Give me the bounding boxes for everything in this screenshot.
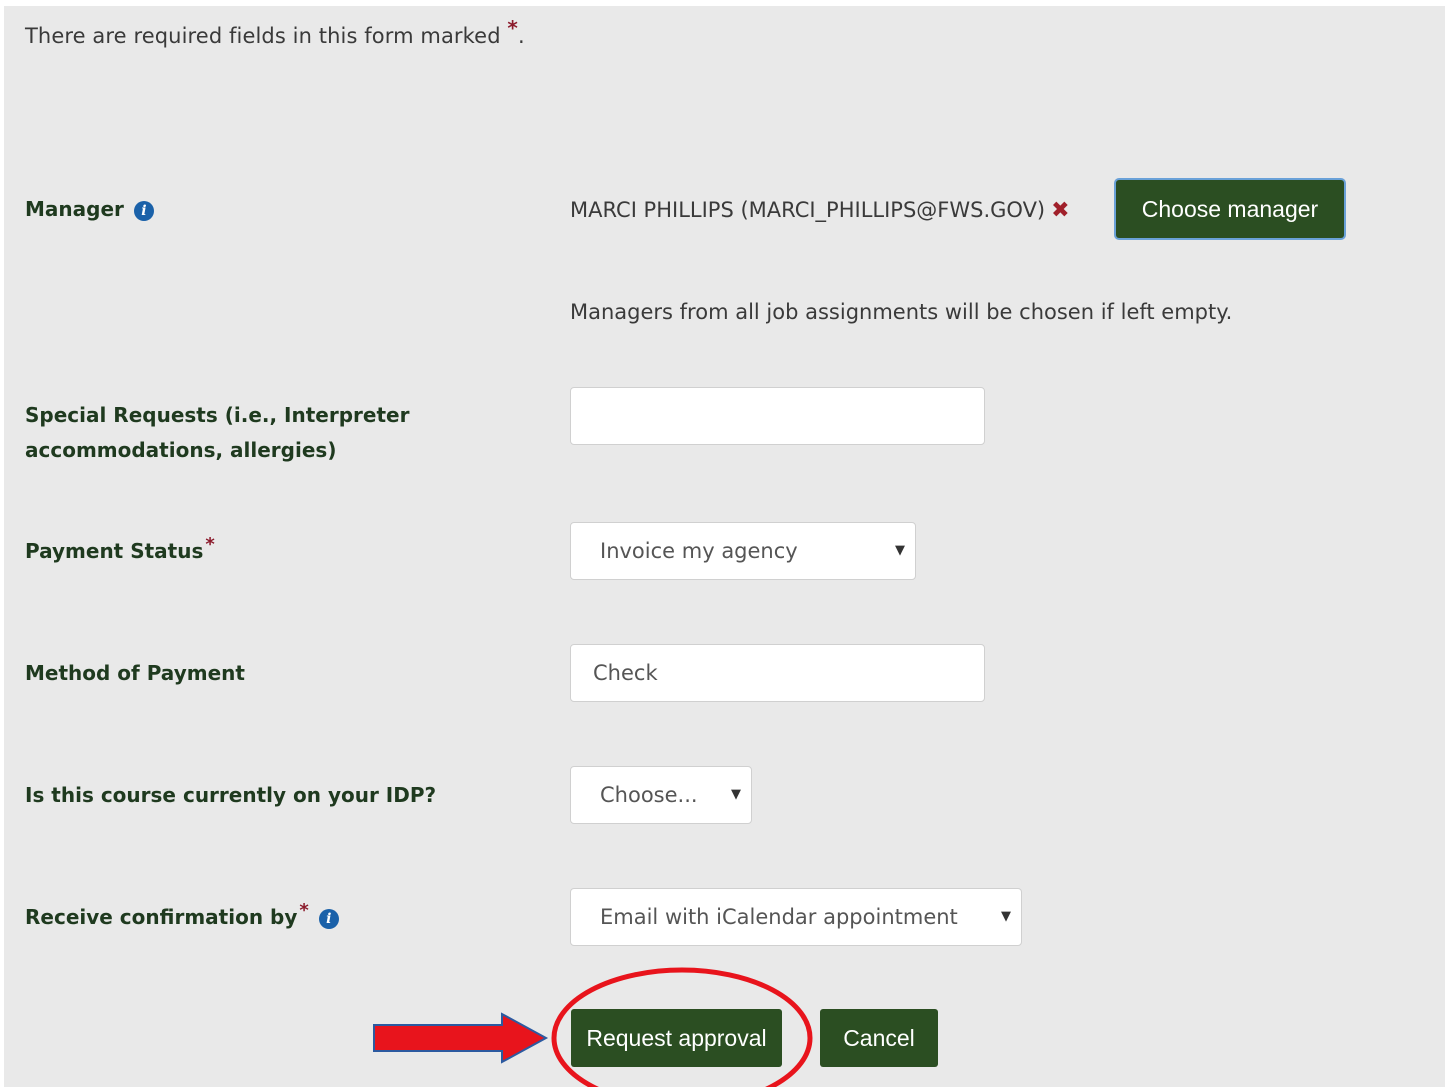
special-requests-label-line2: accommodations, allergies): [25, 438, 337, 462]
payment-status-selected: Invoice my agency: [600, 539, 798, 563]
notice-period: .: [517, 24, 525, 48]
notice-text: There are required fields in this form m…: [25, 24, 501, 48]
idp-select[interactable]: Choose... ▼: [570, 766, 752, 824]
confirmation-label: Receive confirmation by: [25, 905, 298, 929]
chevron-down-icon: ▼: [1001, 909, 1011, 924]
cancel-button[interactable]: Cancel: [820, 1009, 938, 1067]
confirmation-select[interactable]: Email with iCalendar appointment ▼: [570, 888, 1022, 946]
required-star: *: [299, 900, 309, 922]
choose-manager-button[interactable]: Choose manager: [1116, 180, 1344, 238]
idp-selected: Choose...: [600, 783, 698, 807]
required-star: *: [507, 16, 518, 40]
method-of-payment-label: Method of Payment: [25, 661, 245, 685]
idp-label: Is this course currently on your IDP?: [25, 783, 437, 807]
manager-value: MARCI PHILLIPS (MARCI_PHILLIPS@FWS.GOV): [570, 198, 1046, 222]
manager-label: Manager: [25, 197, 124, 221]
special-requests-label-line1: Special Requests (i.e., Interpreter: [25, 403, 410, 427]
required-star: *: [205, 534, 215, 556]
confirmation-selected: Email with iCalendar appointment: [600, 905, 958, 929]
manager-help-text: Managers from all job assignments will b…: [570, 300, 1233, 324]
close-icon[interactable]: ✖: [1051, 198, 1069, 223]
manager-label-group: Manager i: [25, 192, 154, 227]
confirmation-label-group: Receive confirmation by * i: [25, 900, 339, 935]
payment-status-select[interactable]: Invoice my agency ▼: [570, 522, 916, 580]
payment-status-label: Payment Status: [25, 539, 204, 563]
chevron-down-icon: ▼: [731, 787, 741, 802]
right-arrow-annotation: [373, 1012, 549, 1064]
method-of-payment-input[interactable]: Check: [570, 644, 985, 702]
chevron-down-icon: ▼: [895, 543, 905, 558]
special-requests-input[interactable]: [570, 387, 985, 445]
special-requests-label: Special Requests (i.e., Interpreter acco…: [25, 398, 409, 468]
ellipse-highlight-annotation: [551, 967, 813, 1087]
selected-manager: MARCI PHILLIPS (MARCI_PHILLIPS@FWS.GOV) ✖: [570, 196, 1070, 225]
required-fields-notice: There are required fields in this form m…: [25, 18, 525, 48]
info-circle-icon[interactable]: i: [133, 200, 154, 221]
payment-status-label-group: Payment Status *: [25, 534, 215, 569]
info-circle-icon[interactable]: i: [318, 908, 339, 929]
